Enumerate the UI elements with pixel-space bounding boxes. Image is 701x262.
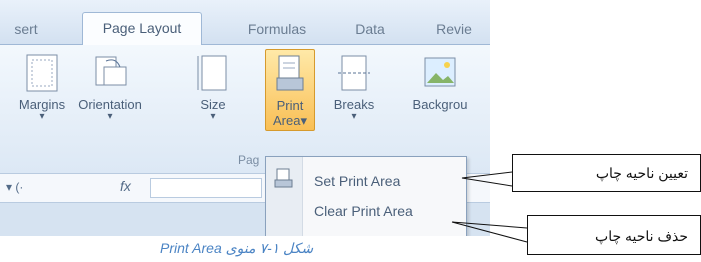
size-icon — [195, 53, 231, 93]
set-print-area-item[interactable]: Set Print Area — [314, 173, 400, 189]
size-label: Size — [200, 97, 226, 112]
tab-formulas[interactable]: Formulas — [232, 15, 322, 43]
chevron-down-icon: ▾ — [107, 111, 113, 122]
callout-set-print-area: تعیین ناحیه چاپ — [512, 154, 701, 192]
breaks-icon — [336, 53, 372, 93]
tab-data[interactable]: Data — [345, 15, 395, 43]
callout-clear-print-area: حذف ناحیه چاپ — [527, 215, 701, 255]
margins-icon — [24, 53, 60, 93]
name-box-arrow-icon[interactable]: ▾ (· — [6, 180, 23, 194]
excel-screenshot: sert Page Layout Formulas Data Revie Mar… — [0, 0, 490, 236]
breaks-button[interactable]: Breaks ▾ — [324, 53, 384, 122]
chevron-down-icon: ▾ — [351, 111, 357, 122]
page-setup-group-label: Pag — [238, 153, 260, 167]
background-button[interactable]: Backgrou — [392, 53, 488, 112]
print-area-menu: Set Print Area Clear Print Area — [265, 156, 467, 236]
background-icon — [422, 53, 458, 93]
margins-label: Margins — [18, 97, 66, 112]
orientation-label: Orientation — [78, 97, 142, 112]
chevron-down-icon: ▾ — [39, 111, 45, 122]
background-label: Backgrou — [412, 97, 468, 112]
fx-icon[interactable]: fx — [120, 178, 131, 194]
orientation-button[interactable]: Orientation ▾ — [70, 53, 150, 122]
print-area-label-line1: Print — [276, 98, 304, 113]
ribbon-body: Margins ▾ Orientation ▾ Size ▾ Print Are… — [0, 45, 490, 173]
print-area-label-line2: Area — [273, 113, 301, 128]
print-area-button[interactable]: Print Area▾ — [265, 49, 315, 131]
clear-print-area-item[interactable]: Clear Print Area — [314, 203, 413, 219]
figure-caption: شکل ۱-۷ منوی Print Area — [160, 240, 314, 256]
formula-input[interactable] — [150, 178, 262, 198]
size-button[interactable]: Size ▾ — [188, 53, 238, 122]
orientation-icon — [92, 53, 128, 93]
breaks-label: Breaks — [333, 97, 375, 112]
tab-insert[interactable]: sert — [6, 15, 46, 43]
set-print-area-icon — [274, 167, 294, 189]
chevron-down-icon: ▾ — [210, 111, 216, 122]
tab-page-layout[interactable]: Page Layout — [82, 12, 202, 45]
margins-button[interactable]: Margins ▾ — [10, 53, 74, 122]
print-area-icon — [275, 54, 305, 94]
ribbon-tabs: sert Page Layout Formulas Data Revie — [0, 0, 490, 45]
tab-review[interactable]: Revie — [424, 15, 484, 43]
chevron-down-icon: ▾ — [300, 113, 307, 128]
